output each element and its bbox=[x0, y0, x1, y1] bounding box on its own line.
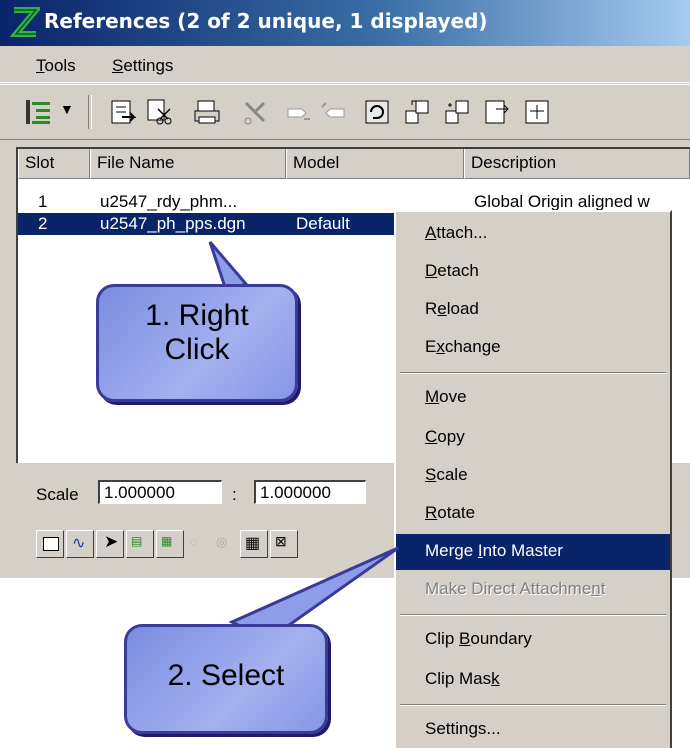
snap-toggle-icon[interactable]: ∿ bbox=[66, 530, 94, 558]
treat-as-element-icon[interactable]: ⊠ bbox=[270, 530, 298, 558]
menu-item-merge-into-master[interactable]: Merge Into Master bbox=[396, 534, 670, 570]
scale-input-reference[interactable]: 1.000000 bbox=[254, 480, 366, 504]
clip-reference-icon[interactable] bbox=[240, 97, 270, 127]
menu-item-attach[interactable]: Attach... bbox=[396, 216, 670, 252]
callout-step-1-line-1: 1. Right bbox=[145, 299, 249, 332]
table-row-selected[interactable]: 2 u2547_ph_pps.dgn Default bbox=[18, 213, 398, 235]
mirror-horizontal-icon[interactable] bbox=[442, 97, 472, 127]
row-slot: 1 bbox=[38, 192, 48, 211]
toolbar: ▼ bbox=[0, 84, 690, 140]
attach-reference-icon[interactable] bbox=[108, 97, 138, 127]
callout-step-2-text: 2. Select bbox=[167, 659, 285, 692]
mirror-vertical-icon[interactable] bbox=[482, 97, 512, 127]
row-file-name: u2547_rdy_phm... bbox=[100, 192, 238, 211]
menu-item-label: Clip Mask bbox=[425, 669, 500, 688]
move-reference-icon[interactable] bbox=[284, 97, 314, 127]
menu-tools[interactable]: Tools bbox=[36, 56, 76, 76]
callout-step-1: 1. Right Click bbox=[96, 284, 298, 402]
menu-item-label: Merge Into Master bbox=[425, 541, 563, 560]
scale-label: Scale bbox=[36, 485, 79, 504]
detach-reference-icon[interactable] bbox=[144, 97, 174, 127]
menu-bar: Tools Settings bbox=[0, 50, 690, 83]
menu-item-scale[interactable]: Scale bbox=[396, 458, 670, 494]
copy-reference-icon[interactable] bbox=[318, 97, 348, 127]
toolbar-separator bbox=[88, 95, 92, 129]
window-title: References (2 of 2 unique, 1 displayed) bbox=[44, 9, 488, 33]
scale-separator: : bbox=[232, 485, 237, 504]
menu-item-clip-boundary[interactable]: Clip Boundary bbox=[396, 622, 670, 658]
callout-step-2: 2. Select bbox=[124, 624, 328, 734]
menu-item-label: Move bbox=[425, 387, 467, 406]
menu-item-label: Rotate bbox=[425, 503, 476, 522]
menu-item-label: Detach bbox=[425, 261, 479, 280]
menu-separator bbox=[400, 372, 666, 374]
scale-reference-icon[interactable] bbox=[402, 97, 432, 127]
menu-item-label: Clip Boundary bbox=[425, 629, 532, 648]
row-description: Global Origin aligned w bbox=[474, 192, 650, 211]
column-header-description[interactable]: Description bbox=[464, 149, 690, 179]
menu-separator bbox=[400, 614, 666, 616]
menu-item-rotate[interactable]: Rotate bbox=[396, 496, 670, 532]
grid-toggle-icon[interactable]: ▦ bbox=[240, 530, 268, 558]
scale-input-master[interactable]: 1.000000 bbox=[98, 480, 222, 504]
menu-item-label: Settings... bbox=[425, 719, 501, 738]
column-header-slot[interactable]: Slot bbox=[18, 149, 90, 179]
column-header-model[interactable]: Model bbox=[286, 149, 464, 179]
level-display-icon[interactable]: ▤ bbox=[126, 530, 154, 558]
callout-step-1-line-2: Click bbox=[164, 333, 230, 366]
display-toggle-icon[interactable] bbox=[36, 530, 64, 558]
menu-item-label: Scale bbox=[425, 465, 468, 484]
column-header-file-name[interactable]: File Name bbox=[90, 149, 286, 179]
merge-reference-icon[interactable] bbox=[522, 97, 552, 127]
true-scale-icon[interactable]: ◌ bbox=[186, 530, 214, 558]
menu-item-clip-mask[interactable]: Clip Mask bbox=[396, 662, 670, 698]
menu-item-settings[interactable]: Settings... bbox=[396, 712, 670, 748]
menu-item-label: Attach... bbox=[425, 223, 488, 242]
menu-settings[interactable]: Settings bbox=[112, 56, 173, 76]
locate-toggle-icon[interactable]: ➤ bbox=[96, 530, 124, 558]
context-menu: Attach... Detach Reload Exchange Move Co… bbox=[394, 210, 672, 748]
row-file-name: u2547_ph_pps.dgn bbox=[100, 214, 246, 233]
menu-item-exchange[interactable]: Exchange bbox=[396, 330, 670, 366]
row-model: Default bbox=[296, 214, 350, 233]
menu-item-label: Reload bbox=[425, 299, 479, 318]
nest-icon[interactable]: ◎ bbox=[212, 530, 240, 558]
row-slot: 2 bbox=[38, 214, 48, 233]
menu-item-reload[interactable]: Reload bbox=[396, 292, 670, 328]
menu-item-label: Exchange bbox=[425, 337, 501, 356]
dropdown-arrow-icon[interactable]: ▼ bbox=[60, 101, 74, 117]
menu-item-label: Copy bbox=[425, 427, 465, 446]
menu-item-copy[interactable]: Copy bbox=[396, 420, 670, 456]
title-bar[interactable]: References (2 of 2 unique, 1 displayed) bbox=[0, 0, 690, 46]
reload-reference-icon[interactable] bbox=[192, 97, 222, 127]
menu-item-make-direct-attachment: Make Direct Attachment bbox=[396, 572, 670, 608]
line-style-icon[interactable]: ▦ bbox=[156, 530, 184, 558]
rotate-reference-icon[interactable] bbox=[362, 97, 392, 127]
menu-item-detach[interactable]: Detach bbox=[396, 254, 670, 290]
list-view-icon[interactable] bbox=[24, 97, 54, 127]
menu-separator bbox=[400, 704, 666, 706]
microstation-logo-icon bbox=[10, 7, 40, 37]
menu-item-label: Make Direct Attachment bbox=[425, 579, 606, 598]
menu-item-move[interactable]: Move bbox=[396, 380, 670, 416]
